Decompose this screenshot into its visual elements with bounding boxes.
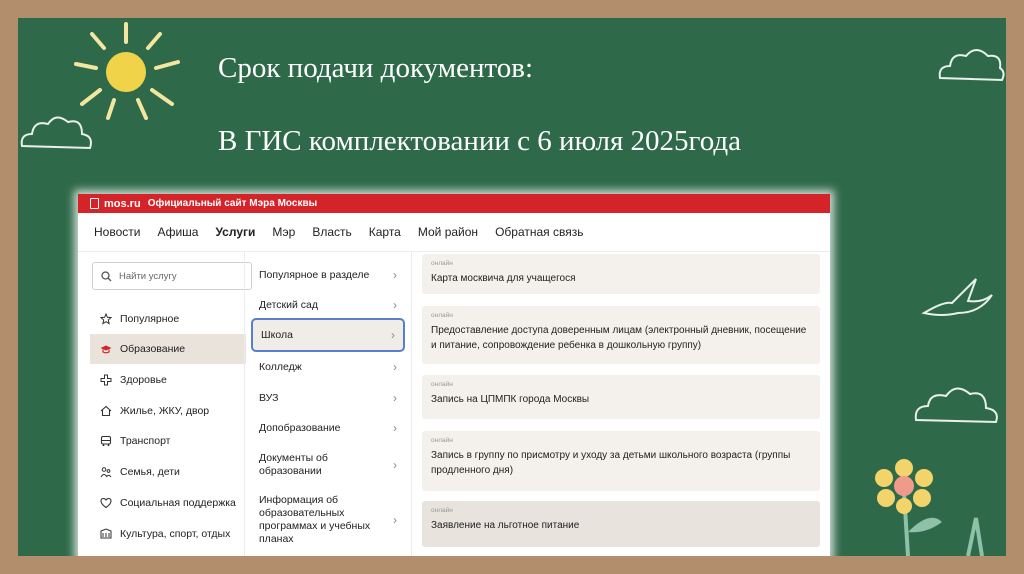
subcategory-label: Документы об образовании <box>259 452 328 477</box>
category-label: Популярное <box>120 313 180 325</box>
subcategory-college[interactable]: Колледж › <box>251 352 405 382</box>
chevron-right-icon: › <box>393 421 397 435</box>
service-title: Карта москвича для учащегося <box>431 273 576 284</box>
category-label: Здоровье <box>120 374 167 386</box>
service-card-muscovite-card[interactable]: онлайн Карта москвича для учащегося <box>422 254 820 294</box>
category-education[interactable]: Образование <box>90 334 246 364</box>
subcategory-popular-in-section[interactable]: Популярное в разделе › <box>251 260 405 290</box>
online-badge: онлайн <box>431 381 453 388</box>
subcategory-label: Детский сад <box>259 298 319 311</box>
service-card-trusted-access[interactable]: онлайн Предоставление доступа доверенным… <box>422 306 820 364</box>
service-card-after-school-group[interactable]: онлайн Запись в группу по присмотру и ух… <box>422 431 820 491</box>
subcategory-additional-education[interactable]: Допобразование › <box>251 413 405 443</box>
search-icon <box>101 270 112 281</box>
graduation-cap-icon <box>100 343 112 355</box>
chevron-right-icon: › <box>393 391 397 405</box>
service-title: Запись на ЦПМПК города Москвы <box>431 394 590 405</box>
category-label: Социальная поддержка <box>120 497 236 509</box>
category-popular[interactable]: Популярное <box>90 304 246 334</box>
site-official-label: Официальный сайт Мэра Москвы <box>147 198 318 209</box>
subcategory-programs-info[interactable]: Информация об образовательных программах… <box>251 492 405 548</box>
subcategory-school[interactable]: Школа › <box>251 318 405 352</box>
bus-icon <box>100 435 112 447</box>
chevron-right-icon: › <box>393 360 397 374</box>
category-health[interactable]: Здоровье <box>90 365 246 395</box>
flower-icon <box>875 459 984 556</box>
subcategory-label: Колледж <box>259 360 302 373</box>
nav-item-my-district[interactable]: Мой район <box>418 225 478 239</box>
nav-item-map[interactable]: Карта <box>369 225 401 239</box>
chevron-right-icon: › <box>393 298 397 312</box>
subcategory-label: Популярное в разделе <box>259 268 370 281</box>
service-title: Заявление на льготное питание <box>431 520 580 531</box>
category-family[interactable]: Семья, дети <box>90 457 246 487</box>
online-badge: онлайн <box>431 312 453 319</box>
category-label: Семья, дети <box>120 466 180 478</box>
category-housing[interactable]: Жилье, ЖКУ, двор <box>90 396 246 426</box>
star-icon <box>100 313 112 325</box>
chevron-right-icon: › <box>391 328 395 342</box>
subcategory-column: Популярное в разделе › Детский сад › Школа… <box>244 252 412 556</box>
chalkboard: Срок подачи документов: В ГИС комплектов… <box>18 18 1006 556</box>
service-card-free-meals[interactable]: онлайн Заявление на льготное питание <box>422 501 820 547</box>
site-header: mos.ru Официальный сайт Мэра Москвы <box>78 194 830 213</box>
nav-item-feedback[interactable]: Обратная связь <box>495 225 583 239</box>
service-card-cpmpk[interactable]: онлайн Запись на ЦПМПК города Москвы <box>422 375 820 419</box>
mos-logo-icon <box>90 198 99 209</box>
online-badge: онлайн <box>431 260 453 267</box>
mos-ru-screenshot: mos.ru Официальный сайт Мэра Москвы Ново… <box>78 194 830 556</box>
chevron-right-icon: › <box>393 268 397 282</box>
category-transport[interactable]: Транспорт <box>90 426 246 456</box>
cloud-icon <box>914 387 998 424</box>
category-label: Жилье, ЖКУ, двор <box>120 405 210 417</box>
category-label: Культура, спорт, отдых <box>120 528 231 540</box>
subcategory-label: Допобразование <box>259 421 341 434</box>
subcategory-kindergarten[interactable]: Детский сад › <box>251 290 405 320</box>
nav-item-power[interactable]: Власть <box>312 225 351 239</box>
cloud-icon <box>20 116 92 150</box>
service-title: Предоставление доступа доверенным лицам … <box>431 325 807 351</box>
slide-title-line2: В ГИС комплектовании с 6 июля 2025года <box>218 125 742 157</box>
cloud-icon <box>938 49 1005 82</box>
chevron-right-icon: › <box>393 458 397 472</box>
category-label: Транспорт <box>120 435 171 447</box>
slide-title-line1: Срок подачи документов: <box>218 52 534 84</box>
nav-item-services[interactable]: Услуги <box>215 225 255 239</box>
bird-icon <box>921 278 993 316</box>
search-input[interactable] <box>117 269 241 283</box>
culture-icon <box>100 528 112 540</box>
category-social-support[interactable]: Социальная поддержка <box>90 488 246 518</box>
nav-item-mayor[interactable]: Мэр <box>272 225 295 239</box>
category-label: Образование <box>120 343 186 355</box>
subcategory-university[interactable]: ВУЗ › <box>251 383 405 413</box>
health-cross-icon <box>100 374 112 386</box>
subcategory-label: ВУЗ <box>259 391 279 404</box>
category-culture[interactable]: Культура, спорт, отдых <box>90 519 246 549</box>
online-badge: онлайн <box>431 437 453 444</box>
online-badge: онлайн <box>431 507 453 514</box>
services-column: онлайн Карта москвича для учащегося онла… <box>422 252 820 556</box>
subcategory-label: Информация об образовательных программах… <box>259 494 371 545</box>
main-nav: Новости Афиша Услуги Мэр Власть Карта Мо… <box>78 213 830 252</box>
nav-item-afisha[interactable]: Афиша <box>157 225 198 239</box>
category-column: Популярное Образование Здоровье Жилье, Ж… <box>90 252 252 556</box>
subcategory-label: Школа <box>261 328 293 341</box>
chevron-right-icon: › <box>393 513 397 527</box>
family-icon <box>100 466 112 478</box>
house-icon <box>100 405 112 417</box>
service-title: Запись в группу по присмотру и уходу за … <box>431 450 791 476</box>
support-icon <box>100 497 112 509</box>
search-box[interactable] <box>92 262 252 290</box>
site-brand[interactable]: mos.ru <box>104 198 141 210</box>
nav-item-news[interactable]: Новости <box>94 225 140 239</box>
subcategory-education-documents[interactable]: Документы об образовании › <box>251 448 405 482</box>
